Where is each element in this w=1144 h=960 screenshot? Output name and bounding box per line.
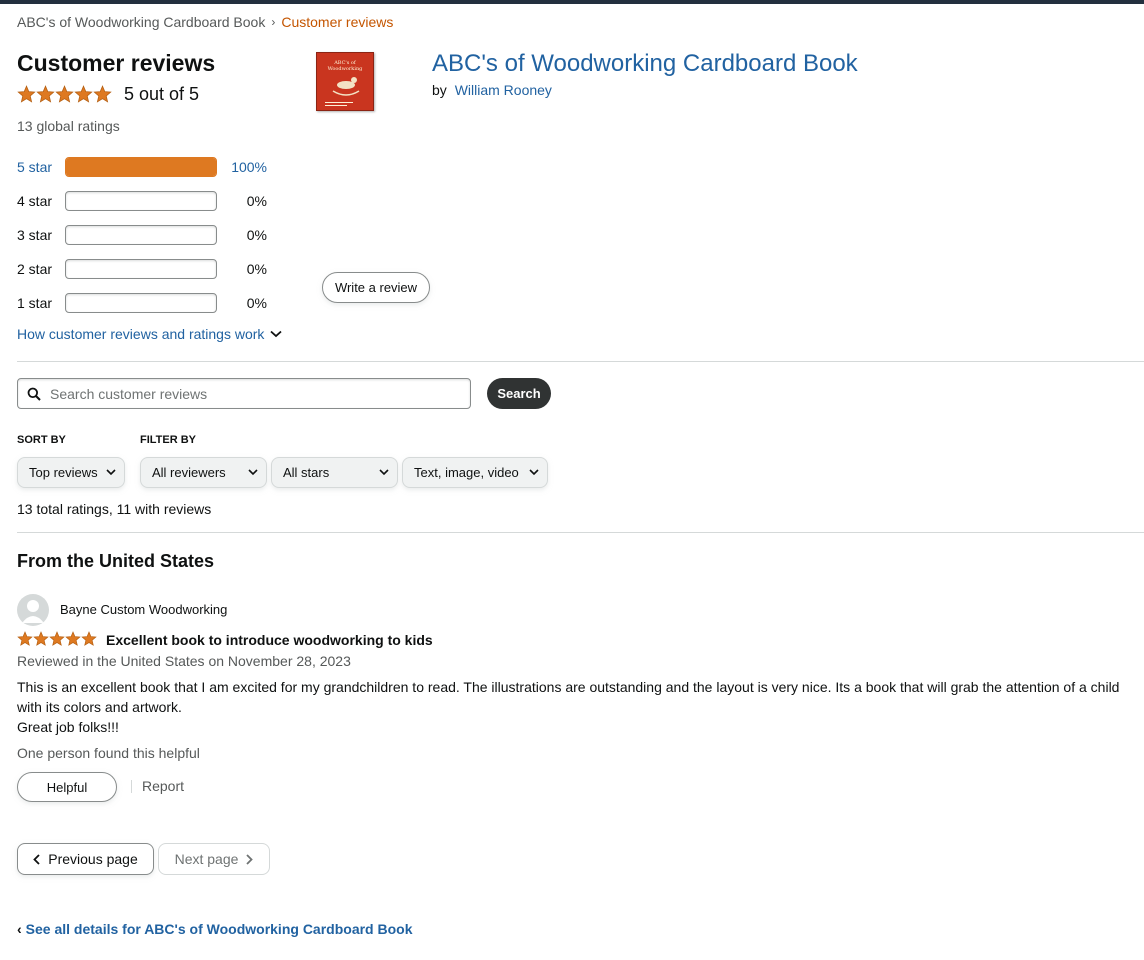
histogram-row-2-star: 2 star 0% <box>17 252 277 286</box>
sort-dropdown[interactable]: Top reviews <box>17 457 125 488</box>
sort-by-label: SORT BY <box>17 434 66 446</box>
star-filter-dropdown[interactable]: All stars <box>271 457 398 488</box>
histogram-percent: 0% <box>246 193 267 209</box>
review-body-paragraph: This is an excellent book that I am exci… <box>17 679 1120 715</box>
write-review-button[interactable]: Write a review <box>322 272 430 303</box>
reviewer-name[interactable]: Bayne Custom Woodworking <box>60 602 227 617</box>
helpful-count: One person found this helpful <box>17 745 200 761</box>
review-body: This is an excellent book that I am exci… <box>17 677 1137 737</box>
histogram-percent: 100% <box>231 159 267 175</box>
chevron-down-icon <box>379 469 389 476</box>
how-ratings-work-link[interactable]: How customer reviews and ratings work <box>17 326 283 342</box>
avatar-icon <box>17 594 49 626</box>
histogram-bar <box>65 259 217 279</box>
histogram-row-3-star: 3 star 0% <box>17 218 277 252</box>
helpful-button[interactable]: Helpful <box>17 772 117 802</box>
see-all-details-link[interactable]: ‹ See all details for ABC's of Woodworkin… <box>17 921 413 937</box>
reviewer-filter-dropdown[interactable]: All reviewers <box>140 457 267 488</box>
average-rating[interactable]: 5 out of 5 <box>17 84 199 105</box>
chevron-down-icon <box>270 330 283 338</box>
breadcrumb-current: Customer reviews <box>281 14 394 30</box>
section-divider <box>17 532 1144 533</box>
byline-prefix: by <box>432 82 447 98</box>
histogram-label: 1 star <box>17 295 53 311</box>
histogram-bar <box>65 225 217 245</box>
star-filter-value: All stars <box>283 465 330 480</box>
chevron-down-icon <box>248 469 258 476</box>
media-filter-dropdown[interactable]: Text, image, video <box>402 457 548 488</box>
review-date: Reviewed in the United States on Novembe… <box>17 653 351 669</box>
star-icon <box>93 85 112 103</box>
search-button[interactable]: Search <box>487 378 551 409</box>
product-title-link[interactable]: ABC's of Woodworking Cardboard Book <box>432 50 858 78</box>
star-icon <box>17 631 33 646</box>
chevron-left-icon <box>33 853 40 865</box>
chevron-right-icon <box>246 853 254 865</box>
filter-by-label: FILTER BY <box>140 434 197 446</box>
star-icon <box>65 631 81 646</box>
histogram-row-1-star: 1 star 0% <box>17 286 277 320</box>
next-page-label: Next page <box>174 851 239 867</box>
see-all-details-text: See all details for ABC's of Woodworking… <box>25 921 413 937</box>
histogram-percent: 0% <box>246 295 267 311</box>
report-link[interactable]: Report <box>142 778 184 794</box>
histogram-label: 3 star <box>17 227 53 243</box>
histogram-percent: 0% <box>246 261 267 277</box>
region-heading: From the United States <box>17 551 215 571</box>
previous-page-label: Previous page <box>48 851 138 867</box>
reviewer-filter-value: All reviewers <box>152 465 226 480</box>
sort-value: Top reviews <box>29 465 98 480</box>
ratings-totals: 13 total ratings, 11 with reviews <box>17 501 212 517</box>
histogram-bar <box>65 157 217 177</box>
how-ratings-work-text: How customer reviews and ratings work <box>17 326 265 342</box>
histogram-label: 4 star <box>17 193 53 209</box>
chevron-left-icon: ‹ <box>17 921 22 937</box>
histogram-bar <box>65 191 217 211</box>
review-title[interactable]: Excellent book to introduce woodworking … <box>106 632 433 648</box>
histogram-percent: 0% <box>246 227 267 243</box>
breadcrumb: ABC's of Woodworking Cardboard Book › Cu… <box>17 14 393 30</box>
customer-reviews-heading: Customer reviews <box>17 50 216 76</box>
chevron-down-icon <box>106 469 116 476</box>
rocking-horse-illustration <box>325 77 360 106</box>
media-filter-value: Text, image, video <box>414 465 519 480</box>
next-page-button[interactable]: Next page <box>158 843 270 875</box>
histogram-bar <box>65 293 217 313</box>
previous-page-button[interactable]: Previous page <box>17 843 154 875</box>
rating-stars <box>17 85 112 104</box>
star-icon <box>49 631 65 646</box>
star-icon <box>36 85 55 103</box>
global-ratings-count: 13 global ratings <box>17 118 120 134</box>
histogram-label: 2 star <box>17 261 53 277</box>
author-link[interactable]: William Rooney <box>455 82 552 98</box>
section-divider <box>17 361 1144 362</box>
product-cover-image[interactable]: ABC's of Woodworking <box>316 52 374 111</box>
star-icon <box>17 85 36 103</box>
star-icon <box>33 631 49 646</box>
histogram-label: 5 star <box>17 159 53 175</box>
histogram-fill <box>66 158 216 176</box>
rating-histogram: 5 star 100% 4 star 0% 3 star 0% 2 star 0… <box>17 150 277 320</box>
histogram-row-4-star: 4 star 0% <box>17 184 277 218</box>
divider <box>131 780 132 793</box>
star-icon <box>81 631 97 646</box>
search-icon <box>27 387 41 401</box>
histogram-row-5-star[interactable]: 5 star 100% <box>17 150 277 184</box>
review-body-paragraph: Great job folks!!! <box>17 719 119 735</box>
top-bar <box>0 0 1144 4</box>
breadcrumb-product-link[interactable]: ABC's of Woodworking Cardboard Book <box>17 14 265 30</box>
product-byline: by William Rooney <box>432 82 552 98</box>
search-box[interactable] <box>17 378 471 409</box>
rating-text: 5 out of 5 <box>124 84 200 104</box>
search-input[interactable] <box>50 385 450 402</box>
review-stars[interactable] <box>17 631 97 652</box>
breadcrumb-separator: › <box>271 15 276 29</box>
star-icon <box>74 85 93 103</box>
chevron-down-icon <box>529 469 539 476</box>
star-icon <box>55 85 74 103</box>
